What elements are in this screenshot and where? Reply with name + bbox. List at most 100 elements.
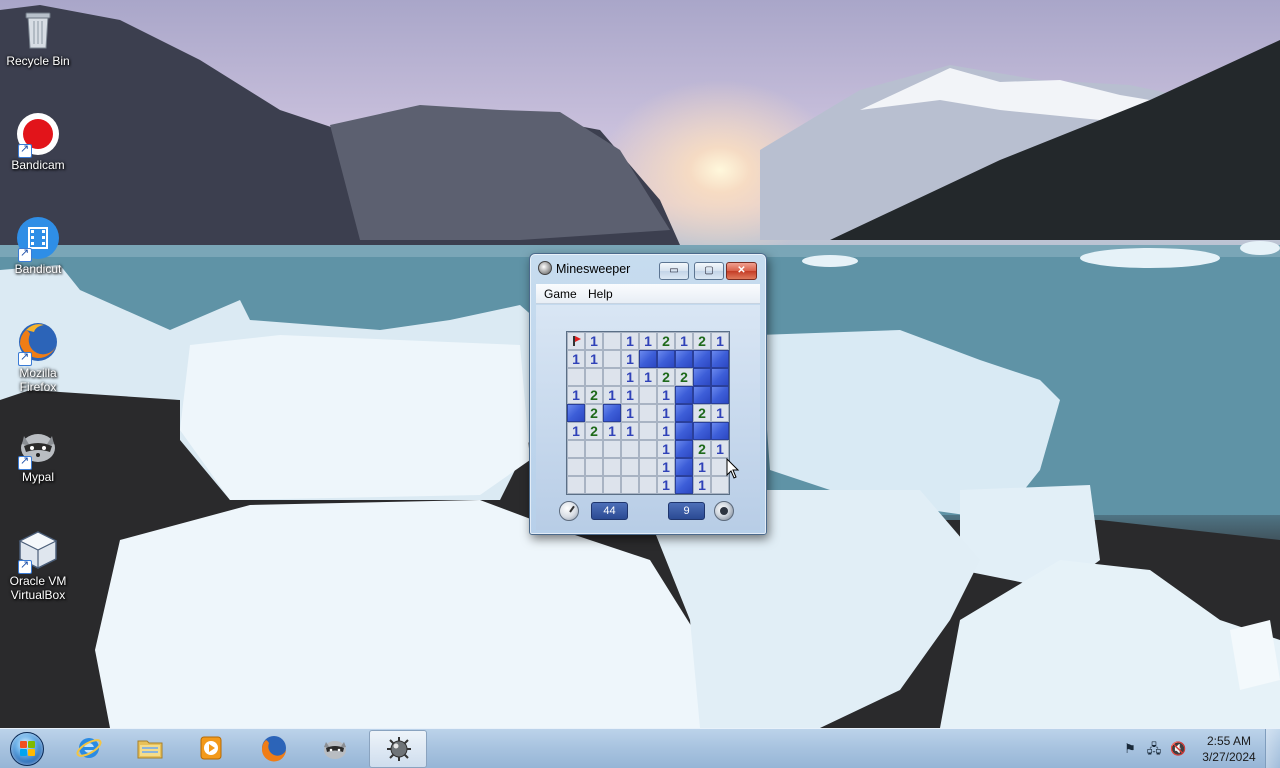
menu-game[interactable]: Game [544,287,577,301]
mine-cell[interactable]: 1 [567,350,585,368]
mine-cell[interactable] [639,404,657,422]
mine-cell[interactable]: 2 [657,332,675,350]
mine-cell[interactable] [585,440,603,458]
mine-cell[interactable] [603,440,621,458]
taskbar-file-explorer[interactable] [121,730,179,768]
mine-cell[interactable]: 1 [657,476,675,494]
network-icon[interactable]: 🖧 [1146,741,1162,757]
mine-cell[interactable] [675,386,693,404]
mine-cell[interactable]: 1 [657,440,675,458]
desktop-icon-mypal[interactable]: Mypal [2,424,74,484]
mine-cell[interactable]: 1 [711,440,729,458]
mine-cell[interactable] [603,404,621,422]
mine-cell[interactable] [711,368,729,386]
desktop-icon-virtualbox[interactable]: Oracle VM VirtualBox [2,528,74,602]
mine-cell[interactable]: 1 [621,386,639,404]
mine-cell[interactable] [675,476,693,494]
mine-cell[interactable]: 1 [639,368,657,386]
mine-cell[interactable]: 1 [603,422,621,440]
show-desktop-button[interactable] [1265,729,1280,768]
mine-cell[interactable] [603,350,621,368]
mine-cell[interactable]: 1 [621,332,639,350]
taskbar-firefox[interactable] [245,730,303,768]
mine-cell[interactable]: 2 [675,368,693,386]
menu-help[interactable]: Help [588,287,613,301]
mine-cell[interactable]: 1 [585,332,603,350]
mine-cell[interactable] [585,368,603,386]
taskbar-media-player[interactable] [182,730,240,768]
mine-cell[interactable] [711,386,729,404]
mine-cell[interactable]: 2 [585,404,603,422]
mine-cell[interactable]: 1 [657,458,675,476]
mine-cell[interactable]: 1 [657,422,675,440]
taskbar-internet-explorer[interactable] [60,730,118,768]
mine-cell[interactable]: 1 [693,458,711,476]
mine-cell[interactable] [639,350,657,368]
mine-cell[interactable] [711,422,729,440]
window-title-bar[interactable]: Minesweeper [538,261,630,276]
desktop-icon-firefox[interactable]: Mozilla Firefox [2,320,74,394]
mine-cell[interactable] [567,368,585,386]
mine-cell[interactable] [567,476,585,494]
mine-cell[interactable]: 2 [693,404,711,422]
mine-cell[interactable]: 1 [621,404,639,422]
mine-cell[interactable] [621,458,639,476]
mine-cell[interactable] [603,458,621,476]
mine-cell[interactable] [603,476,621,494]
mine-cell[interactable]: 1 [675,332,693,350]
start-button[interactable] [4,730,50,768]
flagged-cell[interactable] [567,332,585,350]
desktop-icon-bandicam[interactable]: Bandicam [2,112,74,172]
mine-cell[interactable] [603,368,621,386]
mine-cell[interactable] [585,476,603,494]
minimize-button[interactable]: ▭ [659,262,689,280]
mine-cell[interactable] [693,386,711,404]
mine-cell[interactable]: 1 [621,350,639,368]
mine-cell[interactable] [693,368,711,386]
mine-cell[interactable] [603,332,621,350]
desktop-icon-bandicut[interactable]: Bandicut [2,216,74,276]
mine-cell[interactable] [639,458,657,476]
mine-cell[interactable] [639,386,657,404]
mine-cell[interactable] [567,440,585,458]
mine-cell[interactable]: 1 [621,422,639,440]
mine-cell[interactable]: 1 [657,404,675,422]
mine-cell[interactable]: 1 [621,368,639,386]
minesweeper-window[interactable]: Minesweeper ▭ ▢ ✕ Game Help 111212111111… [529,253,767,535]
mine-cell[interactable] [693,350,711,368]
volume-muted-icon[interactable]: 🔇 [1170,741,1186,757]
mine-cell[interactable]: 2 [585,386,603,404]
mine-cell[interactable] [621,440,639,458]
action-center-flag-icon[interactable]: ⚑ [1122,741,1138,757]
mine-cell[interactable]: 2 [657,368,675,386]
mine-cell[interactable] [675,404,693,422]
system-clock[interactable]: 2:55 AM 3/27/2024 [1200,733,1258,765]
mine-cell[interactable] [693,422,711,440]
mine-cell[interactable] [675,350,693,368]
mine-cell[interactable] [639,476,657,494]
mine-cell[interactable]: 1 [567,386,585,404]
mine-cell[interactable] [675,422,693,440]
mine-cell[interactable]: 2 [585,422,603,440]
mine-cell[interactable]: 1 [585,350,603,368]
mine-cell[interactable]: 1 [693,476,711,494]
mine-cell[interactable] [585,458,603,476]
mine-cell[interactable]: 1 [711,404,729,422]
close-button[interactable]: ✕ [726,262,757,280]
mine-cell[interactable]: 1 [657,386,675,404]
mine-cell[interactable] [621,476,639,494]
mine-cell[interactable]: 2 [693,440,711,458]
mine-cell[interactable] [567,404,585,422]
mine-cell[interactable]: 1 [603,386,621,404]
mine-cell[interactable]: 1 [711,332,729,350]
mine-cell[interactable] [657,350,675,368]
mine-cell[interactable] [675,458,693,476]
mine-cell[interactable] [639,440,657,458]
mine-cell[interactable] [675,440,693,458]
desktop-icon-recycle-bin[interactable]: Recycle Bin [2,8,74,68]
taskbar-minesweeper[interactable] [369,730,427,768]
mine-cell[interactable] [639,422,657,440]
mine-cell[interactable]: 2 [693,332,711,350]
taskbar-mypal[interactable] [306,730,364,768]
mine-cell[interactable]: 1 [567,422,585,440]
